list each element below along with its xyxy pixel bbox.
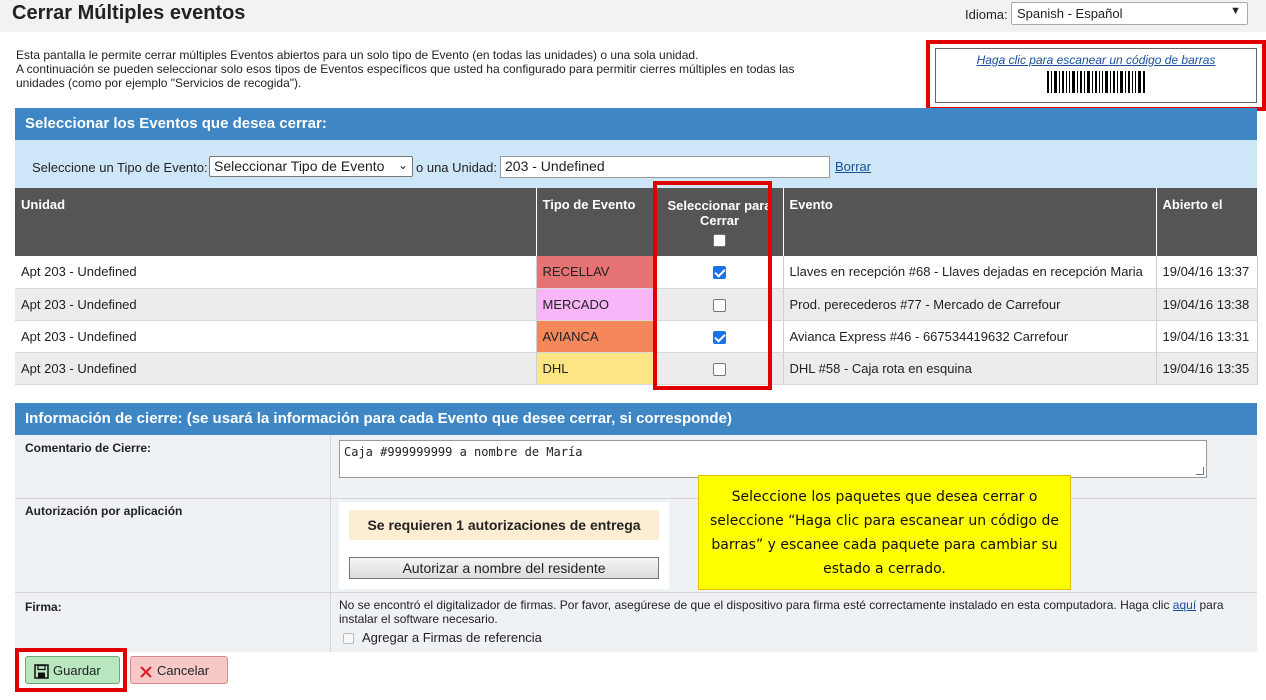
resize-handle-icon[interactable]	[1196, 467, 1204, 475]
intro-text: Esta pantalla le permite cerrar múltiple…	[16, 48, 816, 90]
auth-notice: Se requieren 1 autorizaciones de entrega	[349, 510, 659, 540]
cell-unit: Apt 203 - Undefined	[15, 320, 537, 353]
comment-textarea[interactable]: Caja #999999999 a nombre de María	[339, 440, 1207, 478]
table-row: Apt 203 - Undefined MERCADO Prod. perece…	[15, 288, 1258, 321]
signature-reference-option: Agregar a Firmas de referencia	[343, 630, 542, 645]
table-row: Apt 203 - Undefined RECELLAV Llaves en r…	[15, 256, 1258, 289]
close-icon	[140, 665, 152, 678]
intro-line-1: Esta pantalla le permite cerrar múltiple…	[16, 48, 699, 62]
highlight-select-column	[653, 181, 772, 390]
column-header-unit: Unidad	[15, 188, 537, 257]
cell-event: Avianca Express #46 - 667534419632 Carre…	[783, 320, 1157, 353]
language-label: Idioma:	[965, 7, 1008, 22]
signature-label: Firma:	[25, 600, 62, 614]
unit-label: o una Unidad:	[416, 160, 497, 175]
comment-text: Caja #999999999 a nombre de María	[344, 445, 583, 459]
cell-event: Prod. perecederos #77 - Mercado de Carre…	[783, 288, 1157, 321]
close-info-header: Información de cierre: (se usará la info…	[15, 403, 1257, 435]
page-title: Cerrar Múltiples eventos	[12, 2, 246, 24]
cell-event: DHL #58 - Caja rota en esquina	[783, 352, 1157, 385]
cell-opened: 19/04/16 13:35	[1156, 352, 1258, 385]
signature-reference-label: Agregar a Firmas de referencia	[362, 630, 542, 645]
cell-type: RECELLAV	[536, 256, 657, 289]
signature-message: No se encontró el digitalizador de firma…	[339, 598, 1249, 626]
event-type-label: Seleccione un Tipo de Evento:	[32, 160, 208, 175]
unit-input[interactable]: 203 - Undefined	[500, 156, 830, 178]
cell-unit: Apt 203 - Undefined	[15, 288, 537, 321]
cell-unit: Apt 203 - Undefined	[15, 352, 537, 385]
filter-row: Seleccione un Tipo de Evento: Selecciona…	[15, 140, 1257, 188]
instruction-callout: Seleccione los paquetes que desea cerrar…	[698, 475, 1071, 590]
comment-label: Comentario de Cierre:	[25, 441, 152, 455]
top-bar: Cerrar Múltiples eventos Idioma: Spanish…	[0, 0, 1266, 32]
select-events-header: Seleccionar los Eventos que desea cerrar…	[15, 108, 1257, 140]
column-divider	[330, 435, 331, 652]
chevron-down-icon: ▼	[1230, 5, 1241, 17]
chevron-down-icon: ⌄	[397, 158, 408, 172]
language-select-value: Spanish - Español	[1017, 6, 1123, 21]
table-header-row: Unidad Tipo de Evento Seleccionar para C…	[15, 188, 1258, 257]
events-table: Unidad Tipo de Evento Seleccionar para C…	[15, 188, 1258, 385]
column-header-event: Evento	[783, 188, 1157, 257]
cell-unit: Apt 203 - Undefined	[15, 256, 537, 289]
cell-opened: 19/04/16 13:37	[1156, 256, 1258, 289]
column-header-opened: Abierto el	[1156, 188, 1258, 257]
clear-link[interactable]: Borrar	[835, 159, 871, 174]
language-select[interactable]: Spanish - Español ▼	[1011, 2, 1248, 25]
cell-event: Llaves en recepción #68 - Llaves dejadas…	[783, 256, 1157, 289]
cell-opened: 19/04/16 13:38	[1156, 288, 1258, 321]
cell-type: MERCADO	[536, 288, 657, 321]
event-type-select[interactable]: Seleccionar Tipo de Evento ⌄	[209, 156, 413, 177]
column-header-type: Tipo de Evento	[536, 188, 657, 257]
cell-type: DHL	[536, 352, 657, 385]
highlight-save-button	[15, 648, 127, 692]
install-software-link[interactable]: aquí	[1173, 598, 1196, 612]
signature-reference-checkbox[interactable]	[343, 633, 354, 645]
cell-opened: 19/04/16 13:31	[1156, 320, 1258, 353]
auth-label: Autorización por aplicación	[25, 504, 183, 518]
row-divider	[15, 592, 1257, 593]
event-type-select-value: Seleccionar Tipo de Evento	[214, 158, 385, 174]
auth-card: Se requieren 1 autorizaciones de entrega…	[339, 502, 669, 589]
highlight-scan-box	[926, 40, 1266, 111]
signature-text-a: No se encontró el digitalizador de firma…	[339, 598, 1170, 612]
intro-line-2: A continuación se pueden seleccionar sol…	[16, 62, 795, 90]
authorize-resident-button[interactable]: Autorizar a nombre del residente	[349, 557, 659, 579]
table-row: Apt 203 - Undefined DHL DHL #58 - Caja r…	[15, 352, 1258, 385]
cell-type: AVIANCA	[536, 320, 657, 353]
cancel-button[interactable]: Cancelar	[130, 656, 228, 684]
cancel-button-label: Cancelar	[157, 663, 210, 678]
table-row: Apt 203 - Undefined AVIANCA Avianca Expr…	[15, 320, 1258, 353]
